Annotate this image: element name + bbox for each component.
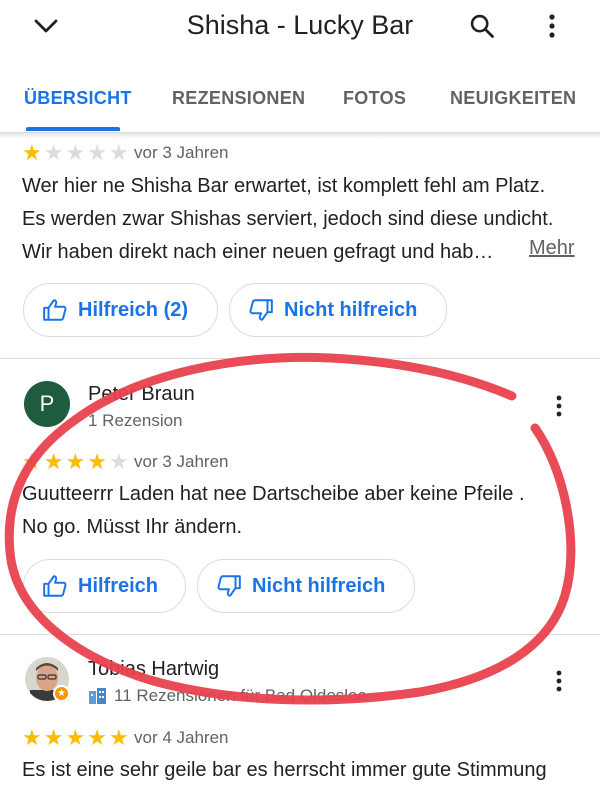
review-text-line: Es ist eine sehr geile bar es herrscht i…: [22, 759, 547, 781]
star-icon: ★: [43, 725, 64, 750]
avatar[interactable]: P: [24, 381, 70, 427]
star-icon: ★: [87, 449, 107, 474]
thumb-down-icon: [217, 575, 241, 597]
review-text: Es ist eine sehr geile bar es herrscht i…: [22, 754, 582, 787]
page-title: Shisha - Lucky Bar: [186, 10, 414, 40]
star-icon: ★: [108, 725, 129, 750]
star-icon: ★: [22, 449, 42, 474]
search-icon[interactable]: [460, 4, 504, 48]
more-vert-icon[interactable]: [544, 386, 574, 426]
more-vert-icon[interactable]: [530, 4, 574, 48]
review-text-line: Es werden zwar Shishas serviert, jedoch …: [22, 208, 554, 230]
thumb-up-icon: [43, 575, 67, 597]
avatar[interactable]: ★: [24, 656, 70, 702]
city-icon: [89, 688, 106, 704]
review-text-line: Wer hier ne Shisha Bar erwartet, ist kom…: [22, 175, 546, 197]
tab-fotos[interactable]: FOTOS: [343, 88, 406, 109]
not-helpful-label: Nicht hilfreich: [252, 574, 386, 597]
not-helpful-button[interactable]: Nicht hilfreich: [197, 559, 415, 613]
star-icon: ★: [43, 449, 64, 474]
helpful-label: Hilfreich (2): [78, 298, 189, 321]
review-text-line: Wir haben direkt nach einer neuen gefrag…: [22, 241, 494, 263]
star-icon: ★: [65, 725, 86, 750]
reviewer-meta: 1 Rezension: [88, 411, 183, 430]
local-guide-badge-icon: ★: [53, 685, 70, 702]
review-text-line: Guutteerrr Laden hat nee Dartscheibe abe…: [22, 483, 525, 505]
review-time: vor 3 Jahren: [134, 143, 229, 162]
more-link[interactable]: Mehr: [529, 237, 575, 260]
active-tab-indicator: [26, 127, 120, 131]
not-helpful-label: Nicht hilfreich: [284, 298, 418, 321]
not-helpful-button[interactable]: Nicht hilfreich: [229, 283, 447, 337]
star-rating: ★ ★ ★ ★ ★: [22, 142, 129, 164]
review-text: Guutteerrr Laden hat nee Dartscheibe abe…: [22, 478, 582, 544]
helpful-label: Hilfreich: [78, 574, 159, 597]
tab-neuigkeiten[interactable]: NEUIGKEITEN: [450, 88, 576, 109]
star-rating: ★ ★ ★ ★ ★: [22, 451, 129, 473]
review-divider: [0, 634, 600, 635]
star-icon: ★: [43, 140, 64, 165]
tab-uebersicht[interactable]: ÜBERSICHT: [24, 88, 132, 109]
review-time: vor 3 Jahren: [134, 452, 229, 471]
review-divider: [0, 358, 600, 359]
reviewer-name[interactable]: Tobias Hartwig: [88, 658, 219, 681]
helpful-button[interactable]: Hilfreich: [23, 559, 186, 613]
star-icon: ★: [65, 449, 86, 474]
place-reviews-screen: Shisha - Lucky Bar ÜBERSICHT REZENSIONEN…: [0, 0, 600, 800]
tab-bar: ÜBERSICHT REZENSIONEN FOTOS NEUIGKEITEN: [0, 72, 600, 133]
reviewer-name[interactable]: Peter Braun: [88, 383, 195, 406]
thumb-down-icon: [249, 299, 273, 321]
star-icon: ★: [87, 725, 107, 750]
reviewer-meta-row: 11 Rezensionen für Bad Oldesloe: [88, 686, 367, 706]
review-text: Wer hier ne Shisha Bar erwartet, ist kom…: [22, 170, 582, 269]
star-icon: ★: [65, 140, 86, 165]
star-icon: ★: [108, 449, 129, 474]
tab-shadow: [0, 133, 600, 139]
star-icon: ★: [22, 140, 42, 165]
star-icon: ★: [108, 140, 129, 165]
review-time: vor 4 Jahren: [134, 728, 229, 747]
more-vert-icon[interactable]: [544, 661, 574, 701]
star-rating: ★ ★ ★ ★ ★: [22, 727, 129, 749]
star-icon: ★: [87, 140, 107, 165]
reviewer-meta: 11 Rezensionen für Bad Oldesloe: [114, 686, 367, 705]
thumb-up-icon: [43, 299, 67, 321]
tab-rezensionen[interactable]: REZENSIONEN: [172, 88, 305, 109]
review-text-line: No go. Müsst Ihr ändern.: [22, 516, 243, 538]
chevron-down-icon[interactable]: [24, 4, 68, 48]
helpful-button[interactable]: Hilfreich (2): [23, 283, 218, 337]
star-icon: ★: [22, 725, 42, 750]
app-bar: Shisha - Lucky Bar: [0, 0, 600, 58]
